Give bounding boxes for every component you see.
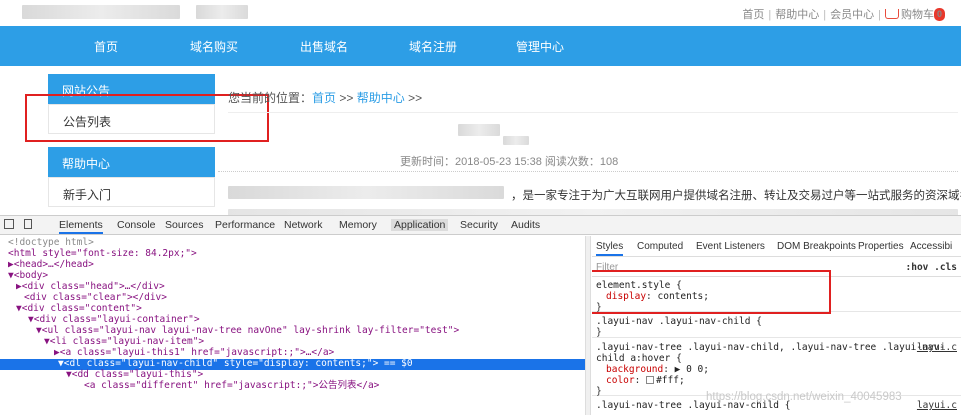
breadcrumb-sep: >> [336,91,357,105]
color-swatch[interactable] [646,376,655,384]
page-content: 网站公告 公告列表 帮助中心 新手入门 您当前的位置：首页 >> 帮助中心 >>… [0,66,961,215]
top-link-cart[interactable]: 购物车 [901,9,934,21]
breadcrumb-sep: >> [404,91,423,105]
devtools-tab-audits[interactable]: Audits [511,219,540,231]
devtools-tab-performance[interactable]: Performance [215,219,275,231]
article-company-redacted [228,186,504,199]
styles-tab-event-listeners[interactable]: Event Listeners [696,241,765,252]
styles-tab-computed[interactable]: Computed [637,241,683,252]
rule-source-link[interactable]: layui.c [917,342,957,353]
styles-tab-styles[interactable]: Styles [596,241,624,256]
nav-item-sell-domain[interactable]: 出售域名 [300,38,348,55]
annotation-highlight-box [592,270,831,314]
divider [218,171,958,172]
article-paragraph: ，是一家专注于为广大互联网用户提供域名注册、转让及交易过户等一站式服务的资深域名 [511,190,961,202]
rule-close: } [596,327,602,338]
rule-property[interactable]: color [606,375,635,386]
cart-count-badge: 0 [934,8,945,21]
article-title-redacted [458,124,500,136]
rule-value[interactable]: #fff; [656,375,685,386]
nav-item-home[interactable]: 首页 [94,38,118,55]
breadcrumb-home[interactable]: 首页 [312,91,336,105]
article-title-redacted-2 [503,136,529,145]
top-link-home[interactable]: 首页 [742,9,764,21]
rule-selector: .layui-nav .layui-nav-child { [596,316,762,327]
sidebar-item-beginners[interactable]: 新手入门 [48,177,215,207]
styles-pane: Styles Computed Event Listeners DOM Brea… [592,236,961,415]
devtools-tab-memory[interactable]: Memory [339,219,377,231]
nav-item-buy-domain[interactable]: 域名购买 [190,38,238,55]
breadcrumb-help[interactable]: 帮助中心 [357,91,405,105]
device-toolbar-icon[interactable] [24,219,32,229]
inspect-element-icon[interactable] [4,219,14,229]
breadcrumb: 您当前的位置：首页 >> 帮助中心 >> [228,89,422,106]
hov-cls-toggle[interactable]: :hov .cls [906,262,957,273]
rule-selector: .layui-nav-tree .layui-nav-child, .layui… [596,342,945,353]
logo-redacted [22,5,180,19]
devtools-tab-security[interactable]: Security [460,219,498,231]
devtools-tab-console[interactable]: Console [117,219,156,231]
styles-tab-dom-breakpoints[interactable]: DOM Breakpoints [777,241,856,252]
cart-icon[interactable] [885,9,899,19]
nav-item-manage[interactable]: 管理中心 [516,38,564,55]
css-rule-nav-tree-hover[interactable]: .layui-nav-tree .layui-nav-child, .layui… [592,340,961,397]
divider [228,112,958,113]
styles-tab-properties[interactable]: Properties [858,241,904,252]
dom-node[interactable]: <a class="different" href="javascript:;"… [0,380,585,392]
top-link-member[interactable]: 会员中心 [830,9,874,21]
devtools-panel: Elements Console Sources Performance Net… [0,215,961,415]
sidebar-section-help[interactable]: 帮助中心 [48,147,215,177]
rule-value[interactable]: ▶ 0 0; [675,364,709,375]
top-bar: 首页 | 帮助中心 | 会员中心 | 购物车 0 [0,0,961,26]
styles-tab-bar: Styles Computed Event Listeners DOM Brea… [592,236,961,257]
top-link-sep: | [878,9,881,21]
top-link-sep: | [768,9,772,21]
article-meta: 更新时间：2018-05-23 15:38 阅读次数：108 [400,156,619,168]
watermark: https://blog.csdn.net/weixin_40045983 [706,391,902,403]
devtools-tab-sources[interactable]: Sources [165,219,204,231]
logo-redacted-2 [196,5,248,19]
top-link-sep: | [823,9,827,21]
dom-node[interactable]: ▶<head>…</head> [0,259,585,271]
top-links: 首页 | 帮助中心 | 会员中心 | 购物车 0 [742,6,945,22]
top-link-help[interactable]: 帮助中心 [775,9,819,21]
rule-selector-cont: child a:hover { [596,353,682,364]
breadcrumb-prefix: 您当前的位置： [228,91,313,105]
main-nav: 首页 域名购买 出售域名 域名注册 管理中心 [0,26,961,66]
panel-resize-handle[interactable] [585,236,591,415]
rule-source-link[interactable]: layui.c [917,400,957,411]
styles-tab-accessibility[interactable]: Accessibi [910,241,952,252]
rule-property[interactable]: background [606,364,663,375]
devtools-tab-network[interactable]: Network [284,219,323,231]
devtools-tab-bar: Elements Console Sources Performance Net… [0,216,961,235]
css-rule-nav-child[interactable]: .layui-nav .layui-nav-child { } [592,314,961,338]
nav-item-register-domain[interactable]: 域名注册 [409,38,457,55]
dom-tree: <!doctype html> <html style="font-size: … [0,236,585,415]
devtools-tab-elements[interactable]: Elements [59,219,103,234]
devtools-tab-application[interactable]: Application [391,219,449,231]
